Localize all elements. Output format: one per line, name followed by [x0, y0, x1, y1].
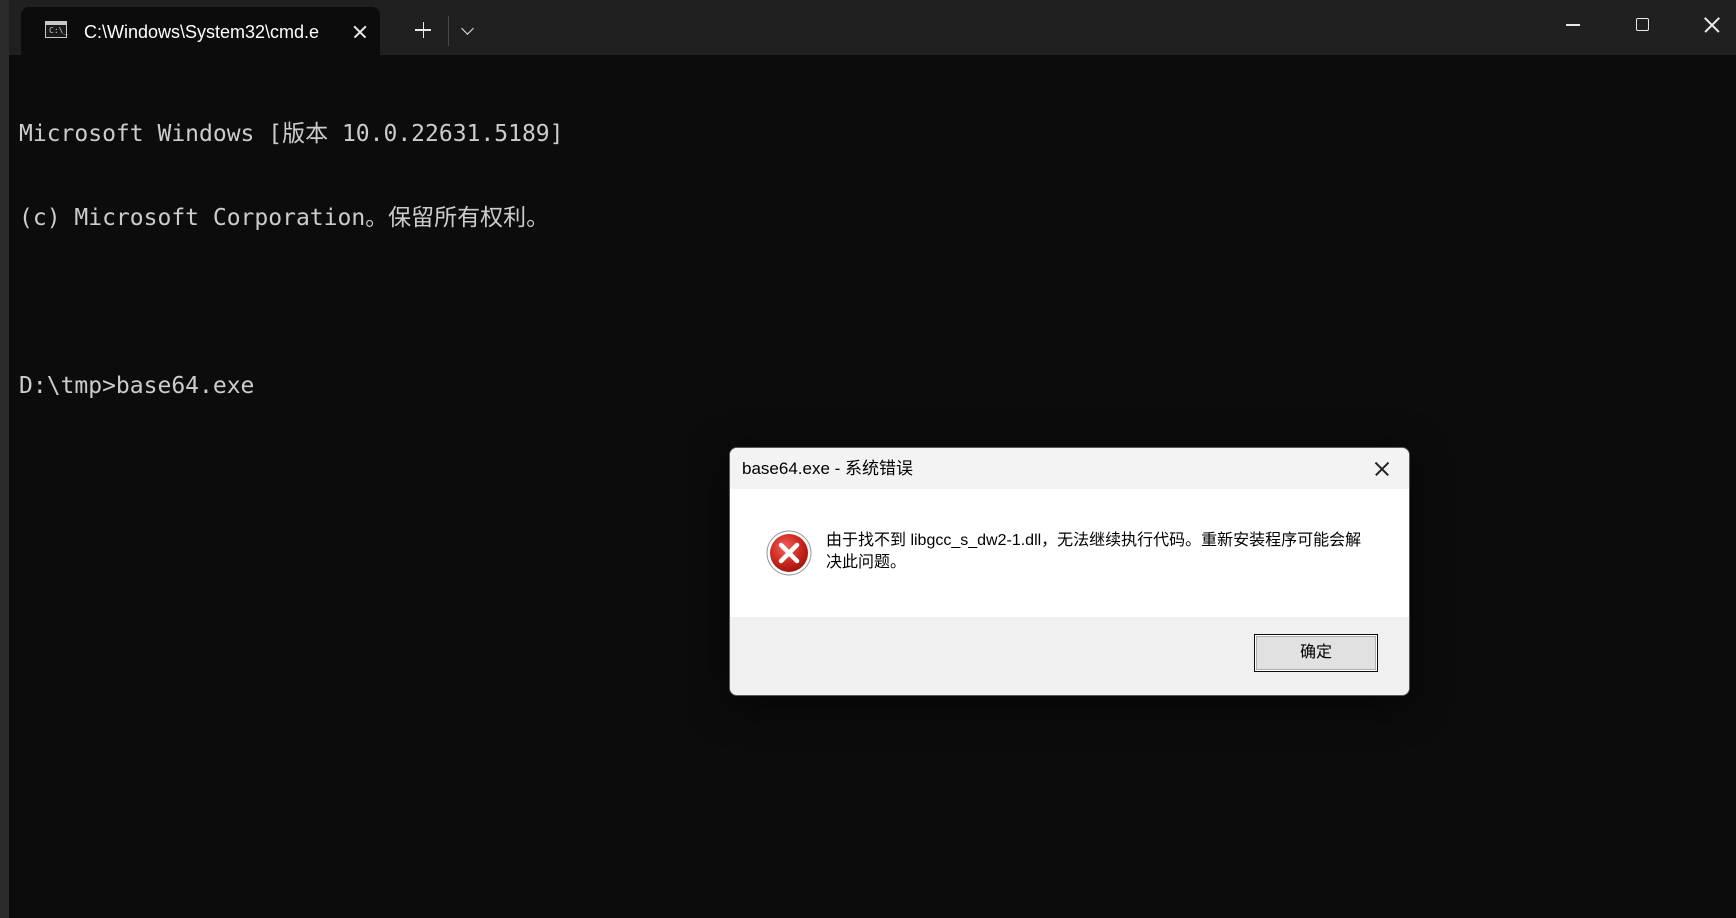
dialog-body: 由于找不到 libgcc_s_dw2-1.dll，无法继续执行代码。重新安装程序… [730, 489, 1409, 617]
dialog-title: base64.exe - 系统错误 [742, 459, 914, 478]
error-dialog: base64.exe - 系统错误 由于找不到 libgcc_s_dw2-1.d… [729, 447, 1410, 696]
console-line: Microsoft Windows [版本 10.0.22631.5189] [19, 121, 564, 147]
dialog-close-icon[interactable] [1366, 453, 1398, 485]
dialog-footer: 确定 [730, 617, 1409, 695]
tab-title: C:\Windows\System32\cmd.e [84, 22, 320, 42]
maximize-button[interactable] [1608, 0, 1676, 48]
chevron-down-icon[interactable] [457, 14, 481, 46]
console-prompt-line: D:\tmp>base64.exe [19, 373, 255, 399]
tab-separator [448, 16, 449, 46]
window-edge [0, 0, 9, 918]
error-icon [766, 530, 812, 576]
console-icon-prompt: C:\_ [49, 26, 69, 35]
console-icon: C:\_ [45, 21, 69, 38]
tab-close-icon[interactable] [346, 18, 374, 46]
ok-button[interactable]: 确定 [1254, 634, 1378, 672]
terminal-window: C:\_ C:\Windows\System32\cmd.e Microsoft… [0, 0, 1736, 918]
close-window-button[interactable] [1677, 0, 1736, 48]
dialog-title-bar[interactable]: base64.exe - 系统错误 [730, 448, 1409, 489]
dialog-message: 由于找不到 libgcc_s_dw2-1.dll，无法继续执行代码。重新安装程序… [826, 532, 1362, 571]
title-bar[interactable]: C:\_ C:\Windows\System32\cmd.e [9, 0, 1736, 55]
minimize-button[interactable] [1539, 0, 1607, 48]
console-line: (c) Microsoft Corporation。保留所有权利。 [19, 205, 550, 231]
console-output[interactable]: Microsoft Windows [版本 10.0.22631.5189] (… [19, 64, 1719, 456]
new-tab-plus-icon[interactable] [404, 13, 442, 47]
tab-cmd[interactable]: C:\_ C:\Windows\System32\cmd.e [21, 7, 380, 55]
